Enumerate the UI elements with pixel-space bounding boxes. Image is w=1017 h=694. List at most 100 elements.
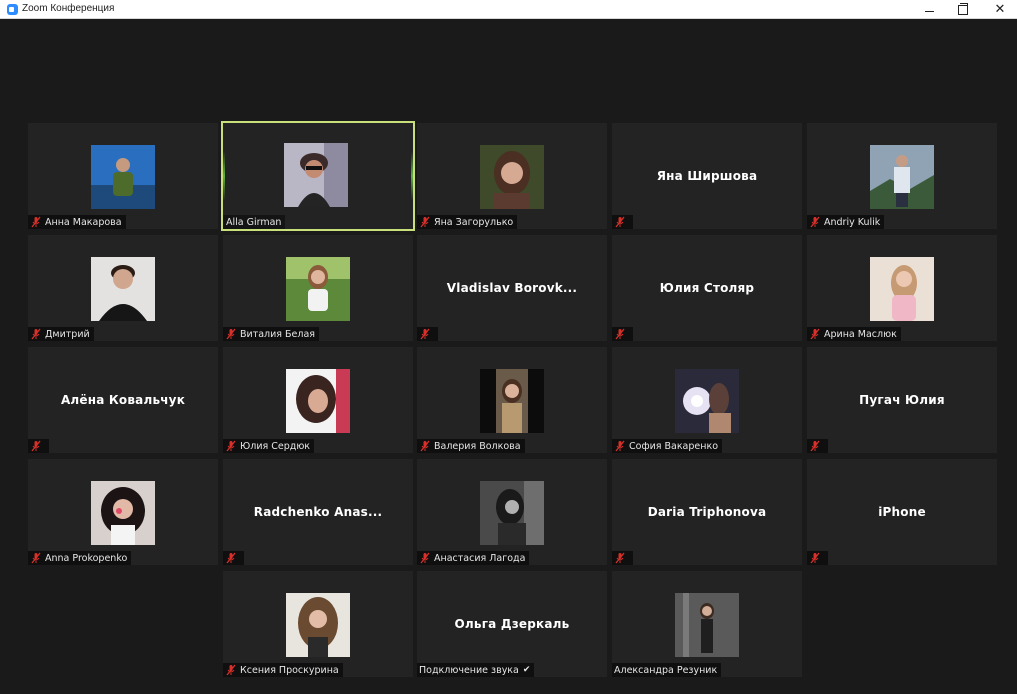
participant-name: Ксения Проскурина	[240, 664, 339, 676]
participant-name: София Вакаренко	[629, 440, 719, 452]
participant-video	[870, 145, 934, 209]
participant-name: Анна Макарова	[45, 216, 122, 228]
participant-tile[interactable]: Пугач Юлия	[807, 347, 997, 453]
participant-name: Анастасия Лагода	[434, 552, 526, 564]
participant-name: Дмитрий	[45, 328, 90, 340]
checkmark-icon: ✔	[522, 665, 531, 675]
participant-tile[interactable]: Яна Загорулько	[417, 123, 607, 229]
participant-display-name: Юлия Столяр	[659, 281, 755, 295]
participant-photo-icon	[480, 369, 544, 433]
participant-name-bar	[807, 551, 828, 565]
participant-name-bar: Дмитрий	[28, 327, 94, 341]
participant-name-bar: София Вакаренко	[612, 439, 723, 453]
participant-video	[286, 257, 350, 321]
mic-muted-icon	[226, 664, 236, 676]
mic-muted-icon	[615, 552, 625, 564]
participant-tile[interactable]: Vladislav Borovk...	[417, 235, 607, 341]
participant-name-bar	[612, 551, 633, 565]
participant-tile[interactable]: София Вакаренко	[612, 347, 802, 453]
mic-muted-icon	[31, 216, 41, 228]
participant-video	[480, 145, 544, 209]
participant-tile[interactable]: Александра Резуник	[612, 571, 802, 677]
participant-name-bar	[807, 439, 828, 453]
mic-muted-icon	[615, 328, 625, 340]
window-titlebar: Zoom Конференция ✕	[0, 0, 1017, 19]
participant-video	[286, 369, 350, 433]
participant-tile[interactable]: Anna Prokopenko	[28, 459, 218, 565]
participant-display-name: Яна Ширшова	[656, 169, 758, 183]
participant-display-name: Vladislav Borovk...	[446, 281, 578, 295]
participant-tile[interactable]: Daria Triphonova	[612, 459, 802, 565]
participant-tile[interactable]: Анна Макарова	[28, 123, 218, 229]
participant-tile[interactable]: Виталия Белая	[223, 235, 413, 341]
participant-name-bar: Арина Маслюк	[807, 327, 901, 341]
participant-name-bar	[28, 439, 49, 453]
participant-video	[91, 145, 155, 209]
participant-display-name: Пугач Юлия	[859, 393, 945, 407]
participant-photo-icon	[675, 593, 739, 657]
participant-tile[interactable]: Валерия Волкова	[417, 347, 607, 453]
mic-muted-icon	[226, 552, 236, 564]
mic-muted-icon	[810, 328, 820, 340]
participant-photo-icon	[286, 257, 350, 321]
participant-photo-icon	[91, 257, 155, 321]
participant-tile[interactable]: Дмитрий	[28, 235, 218, 341]
participant-tile[interactable]: Ксения Проскурина	[223, 571, 413, 677]
mic-muted-icon	[420, 552, 430, 564]
participant-video	[91, 257, 155, 321]
minimize-button[interactable]	[912, 0, 946, 19]
mic-muted-icon	[226, 328, 236, 340]
mic-muted-icon	[615, 440, 625, 452]
gallery-view: Анна Макарова Alla Girman Яна Загорулько	[7, 19, 1014, 694]
participant-name-bar: Anna Prokopenko	[28, 551, 132, 565]
participant-name-bar	[223, 551, 244, 565]
participant-photo-icon	[286, 593, 350, 657]
mic-muted-icon	[420, 440, 430, 452]
participant-tile[interactable]: Юлия Столяр	[612, 235, 802, 341]
participant-display-name: Ольга Дзеркаль	[454, 617, 570, 631]
participant-name: Яна Загорулько	[434, 216, 514, 228]
participant-tile[interactable]: iPhone	[807, 459, 997, 565]
participant-name-bar: Яна Загорулько	[417, 215, 518, 229]
participant-photo-icon	[91, 145, 155, 209]
zoom-app-icon	[7, 4, 18, 15]
mic-muted-icon	[810, 216, 820, 228]
participant-name-bar: Юлия Сердюк	[223, 439, 315, 453]
participant-name-bar: Ксения Проскурина	[223, 663, 343, 677]
participant-tile[interactable]: Арина Маслюк	[807, 235, 997, 341]
participant-tile[interactable]: Алёна Ковальчук	[28, 347, 218, 453]
restore-button[interactable]	[946, 0, 980, 19]
mic-muted-icon	[31, 552, 41, 564]
mic-muted-icon	[31, 440, 41, 452]
mic-muted-icon	[810, 552, 820, 564]
close-button[interactable]: ✕	[983, 0, 1017, 19]
participant-name: Alla Girman	[226, 216, 282, 228]
participant-tile-active-speaker[interactable]: Alla Girman	[221, 121, 415, 231]
participant-tile[interactable]: Юлия Сердюк	[223, 347, 413, 453]
participant-video	[480, 481, 544, 545]
minimize-icon	[924, 11, 934, 12]
participant-name-bar: Александра Резуник	[612, 663, 722, 677]
participant-photo-icon	[91, 481, 155, 545]
participant-tile[interactable]: Radchenko Anas...	[223, 459, 413, 565]
participant-name-bar: Alla Girman	[223, 215, 286, 229]
participant-tile[interactable]: Анастасия Лагода	[417, 459, 607, 565]
mic-muted-icon	[31, 328, 41, 340]
participant-display-name: iPhone	[878, 505, 926, 519]
participant-name: Andriy Kulik	[824, 216, 881, 228]
mic-muted-icon	[810, 440, 820, 452]
participant-name-bar: Валерия Волкова	[417, 439, 525, 453]
participant-tile[interactable]: Ольга Дзеркаль Подключение звука ✔	[417, 571, 607, 677]
participant-name: Александра Резуник	[614, 664, 718, 676]
participant-display-name: Daria Triphonova	[647, 505, 767, 519]
participant-video	[286, 593, 350, 657]
participant-video	[675, 593, 739, 657]
participant-video	[284, 143, 348, 207]
participant-name-bar: Анна Макарова	[28, 215, 126, 229]
participant-photo-icon	[870, 145, 934, 209]
participant-tile[interactable]: Яна Ширшова	[612, 123, 802, 229]
participant-tile[interactable]: Andriy Kulik	[807, 123, 997, 229]
participant-name: Юлия Сердюк	[240, 440, 311, 452]
participant-photo-icon	[480, 145, 544, 209]
participant-name-bar	[612, 327, 633, 341]
